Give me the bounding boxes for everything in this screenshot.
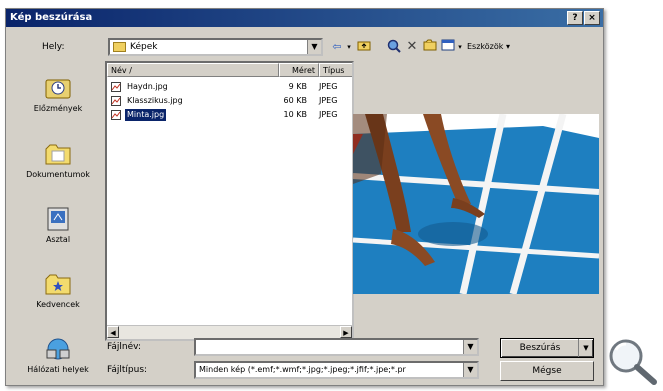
cancel-button[interactable]: Mégse [500, 361, 594, 381]
location-label: Hely: [42, 42, 65, 52]
folder-icon [113, 41, 126, 52]
insert-button-label: Beszúrás [519, 343, 561, 353]
place-label: Dokumentumok [26, 170, 90, 179]
filetype-label: Fájltípus: [107, 365, 148, 375]
scroll-right-icon[interactable]: ▶ [340, 326, 352, 338]
insert-dropdown-icon[interactable]: ▼ [578, 339, 593, 357]
insert-button[interactable]: Beszúrás ▼ [500, 338, 594, 358]
file-type: JPEG [319, 110, 338, 119]
image-file-icon [111, 110, 121, 120]
file-size: 60 KB [283, 96, 307, 105]
location-dropdown[interactable]: Képek ▼ [108, 38, 323, 56]
place-label: Asztal [45, 235, 71, 244]
magnifier-icon [602, 336, 662, 388]
sort-arrow-icon: / [129, 66, 132, 75]
file-row[interactable]: Haydn.jpg 9 KB JPEG [107, 81, 347, 93]
scroll-left-icon[interactable]: ◀ [107, 326, 119, 338]
file-row-selected[interactable]: Minta.jpg 10 KB JPEG [107, 109, 347, 121]
documents-folder-icon [44, 141, 72, 167]
history-icon [44, 75, 72, 101]
new-folder-icon[interactable] [422, 39, 438, 55]
place-documents[interactable]: Dokumentumok [18, 141, 98, 179]
file-name: Klasszikus.jpg [127, 96, 183, 105]
close-button[interactable]: × [584, 11, 600, 25]
views-dropdown-icon[interactable]: ▾ [456, 39, 464, 55]
column-header-name[interactable]: Név / [107, 63, 279, 77]
horizontal-scrollbar[interactable]: ◀ ▶ [107, 325, 352, 339]
place-history[interactable]: Előzmények [18, 75, 98, 113]
tools-label: Eszközök [467, 42, 504, 51]
delete-icon[interactable]: ✕ [404, 39, 420, 55]
file-row[interactable]: Klasszikus.jpg 60 KB JPEG [107, 95, 347, 107]
tools-dropdown-icon: ▾ [505, 42, 510, 51]
network-places-icon [44, 336, 72, 362]
back-dropdown-icon[interactable]: ▾ [345, 39, 353, 55]
filename-input[interactable]: ▼ [194, 338, 479, 356]
filetype-value: Minden kép (*.emf;*.wmf;*.jpg;*.jpeg;*.j… [199, 365, 406, 374]
filename-label: Fájlnév: [107, 342, 141, 352]
image-file-icon [111, 96, 121, 106]
back-arrow-icon[interactable]: ⇦ [329, 39, 345, 55]
places-bar: Előzmények Dokumentumok Asztal Kedvencek… [18, 61, 98, 381]
place-label: Kedvencek [36, 300, 80, 309]
file-name: Minta.jpg [125, 109, 167, 121]
desktop-icon [44, 206, 72, 232]
views-icon[interactable] [440, 39, 456, 55]
image-preview [353, 114, 599, 294]
insert-picture-dialog: Kép beszúrása ? × Hely: Képek ▼ ⇦ ▾ ✕ ▾ … [5, 8, 604, 386]
place-label: Hálózati helyek [27, 365, 89, 374]
file-size: 10 KB [283, 110, 307, 119]
chevron-down-icon[interactable]: ▼ [307, 40, 321, 54]
column-header-size[interactable]: Méret [279, 63, 319, 77]
column-name-label: Név [111, 66, 127, 75]
up-folder-icon[interactable] [356, 39, 372, 55]
file-type: JPEG [319, 96, 338, 105]
chevron-down-icon[interactable]: ▼ [463, 363, 477, 377]
place-network[interactable]: Hálózati helyek [18, 336, 98, 374]
chevron-down-icon[interactable]: ▼ [463, 340, 477, 354]
place-label: Előzmények [33, 104, 83, 113]
search-web-icon[interactable] [386, 39, 402, 55]
location-value: Képek [130, 42, 158, 52]
image-file-icon [111, 82, 121, 92]
file-type: JPEG [319, 82, 338, 91]
place-favorites[interactable]: Kedvencek [18, 271, 98, 309]
filetype-dropdown[interactable]: Minden kép (*.emf;*.wmf;*.jpg;*.jpeg;*.j… [194, 361, 479, 379]
preview-photo [353, 114, 599, 294]
column-header-type[interactable]: Típus [319, 63, 352, 77]
favorites-folder-icon [44, 271, 72, 297]
file-size: 9 KB [288, 82, 307, 91]
file-name: Haydn.jpg [127, 82, 168, 91]
place-desktop[interactable]: Asztal [18, 206, 98, 244]
title-bar: Kép beszúrása ? × [6, 9, 603, 27]
window-title: Kép beszúrása [10, 12, 93, 23]
help-button[interactable]: ? [567, 11, 583, 25]
tools-menu[interactable]: Eszközök ▾ [467, 39, 527, 55]
file-list[interactable]: Név / Méret Típus Haydn.jpg 9 KB JPEG Kl… [105, 61, 354, 341]
